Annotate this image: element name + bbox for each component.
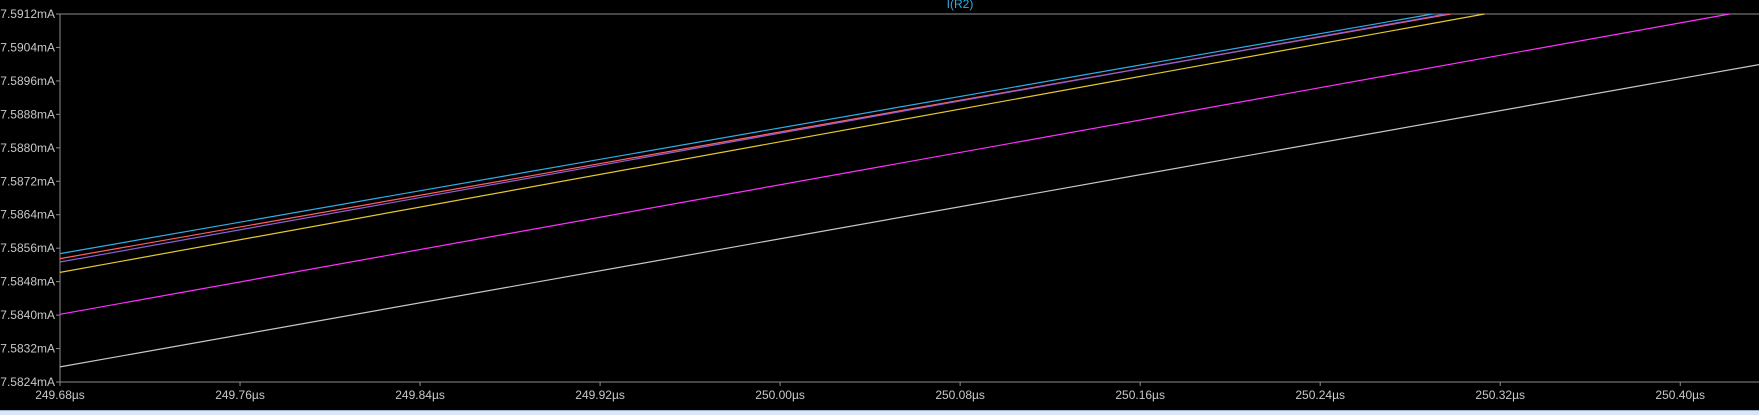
x-tick-label-6: 250.08µs <box>935 388 985 402</box>
x-tick-label-3: 249.84µs <box>395 388 445 402</box>
y-tick-label-3: 7.5896mA <box>0 74 55 88</box>
x-axis: 249.68µs 249.76µs 249.84µs 249.92µs 250.00µs… <box>35 382 1705 402</box>
x-tick-label-2: 249.76µs <box>215 388 265 402</box>
y-tick-label-5: 7.5880mA <box>0 141 55 155</box>
status-bar <box>0 410 1759 415</box>
x-tick-label-9: 250.32µs <box>1475 388 1525 402</box>
x-tick-label-10: 250.40µs <box>1655 388 1705 402</box>
y-tick-label-4: 7.5888mA <box>0 107 55 121</box>
y-tick-label-1: 7.5912mA <box>0 7 55 21</box>
y-tick-label-9: 7.5848mA <box>0 275 55 289</box>
x-tick-label-5: 250.00µs <box>755 388 805 402</box>
y-tick-label-2: 7.5904mA <box>0 40 55 54</box>
y-tick-label-11: 7.5832mA <box>0 342 55 356</box>
x-tick-label-1: 249.68µs <box>35 388 85 402</box>
y-tick-label-10: 7.5840mA <box>0 308 55 322</box>
waveform-chart[interactable]: 7.5912mA 7.5904mA 7.5896mA 7.5888mA 7.5880mA… <box>0 0 1759 415</box>
x-tick-label-7: 250.16µs <box>1115 388 1165 402</box>
y-tick-label-12: 7.5824mA <box>0 375 55 389</box>
x-tick-label-8: 250.24µs <box>1295 388 1345 402</box>
y-tick-label-8: 7.5856mA <box>0 241 55 255</box>
trace-title[interactable]: I(R2) <box>947 0 974 11</box>
y-axis: 7.5912mA 7.5904mA 7.5896mA 7.5888mA 7.5880mA… <box>0 7 60 389</box>
x-tick-label-4: 249.92µs <box>575 388 625 402</box>
y-tick-label-6: 7.5872mA <box>0 174 55 188</box>
plot-window[interactable]: 7.5912mA 7.5904mA 7.5896mA 7.5888mA 7.5880mA… <box>0 0 1759 415</box>
plot-area[interactable] <box>60 14 1759 382</box>
y-tick-label-7: 7.5864mA <box>0 208 55 222</box>
